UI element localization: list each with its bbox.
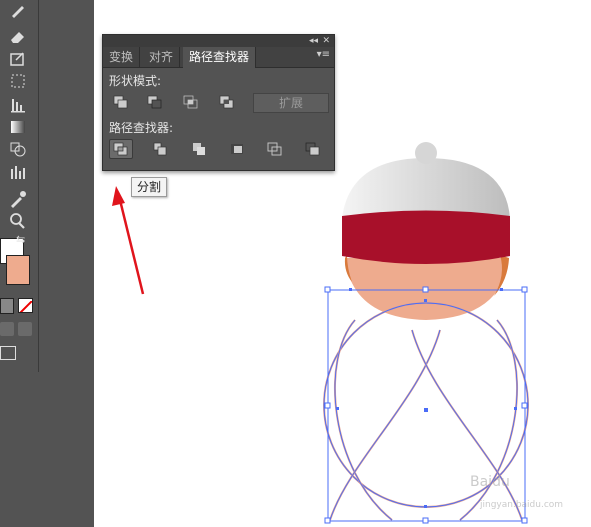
divide-icon [113, 142, 128, 156]
pathfinder-panel: ◂◂ ✕ 变换 对齐 路径查找器 ▾≡ 形状模式: 扩展 路径查找器: [102, 34, 335, 171]
pathfinders-label: 路径查找器: [109, 121, 174, 135]
exclude-icon [219, 95, 234, 109]
panel-title-bar[interactable]: ◂◂ ✕ [103, 35, 334, 47]
tab-pathfinder[interactable]: 路径查找器 [183, 47, 257, 68]
panel-tabs: 变换 对齐 路径查找器 ▾≡ [103, 47, 334, 68]
trim-icon [153, 142, 167, 156]
exclude-button[interactable] [215, 92, 239, 112]
minus-front-button[interactable] [143, 92, 167, 112]
intersect-icon [183, 95, 198, 109]
unite-icon [113, 95, 128, 109]
intersect-button[interactable] [179, 92, 203, 112]
crop-icon [231, 144, 243, 154]
crop-button[interactable] [225, 139, 249, 159]
unite-button[interactable] [109, 92, 133, 112]
tab-align[interactable]: 对齐 [143, 47, 181, 67]
outline-icon [267, 142, 282, 156]
merge-icon [193, 143, 205, 155]
merge-button[interactable] [187, 139, 211, 159]
minus-back-icon [305, 142, 320, 156]
hat-pompom[interactable] [415, 142, 437, 164]
divide-tooltip: 分割 [131, 177, 168, 197]
hat-band[interactable] [342, 210, 510, 265]
watermark-logo: Baidu [470, 474, 510, 490]
collapse-panel-icon[interactable]: ◂◂ [309, 35, 318, 47]
annotation-arrow [112, 186, 145, 295]
shape-modes-label: 形状模式: [109, 74, 162, 88]
panel-menu-icon[interactable]: ▾≡ [317, 49, 330, 60]
outline-button[interactable] [263, 139, 287, 159]
watermark-url: jingyan.baidu.com [480, 500, 564, 510]
trim-button[interactable] [148, 139, 172, 159]
hat-dome[interactable] [342, 158, 510, 218]
close-panel-icon[interactable]: ✕ [322, 35, 330, 47]
tab-transform[interactable]: 变换 [103, 47, 141, 67]
minus-back-button[interactable] [301, 139, 325, 159]
divide-button[interactable] [109, 139, 133, 159]
expand-button[interactable]: 扩展 [253, 93, 329, 113]
minus-front-icon [147, 95, 162, 109]
